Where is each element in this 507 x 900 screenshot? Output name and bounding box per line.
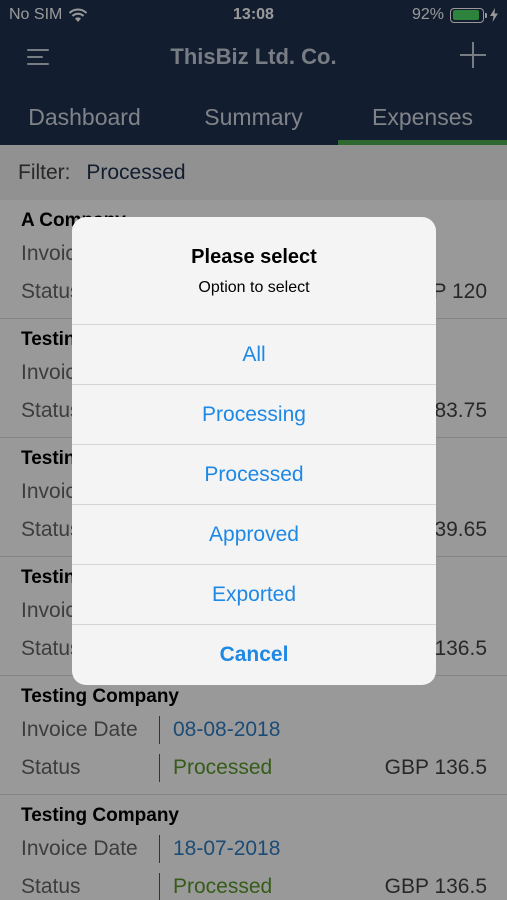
dialog-message: Option to select	[198, 279, 310, 296]
dialog-header: Please select Option to select	[72, 217, 436, 325]
select-dialog: Please select Option to select All Proce…	[72, 217, 436, 685]
cancel-button[interactable]: Cancel	[72, 625, 436, 685]
dialog-title: Please select	[191, 246, 317, 268]
option-processed-button[interactable]: Processed	[72, 445, 436, 505]
option-exported-button[interactable]: Exported	[72, 565, 436, 625]
option-approved-button[interactable]: Approved	[72, 505, 436, 565]
option-all-button[interactable]: All	[72, 325, 436, 385]
option-processing-button[interactable]: Processing	[72, 385, 436, 445]
